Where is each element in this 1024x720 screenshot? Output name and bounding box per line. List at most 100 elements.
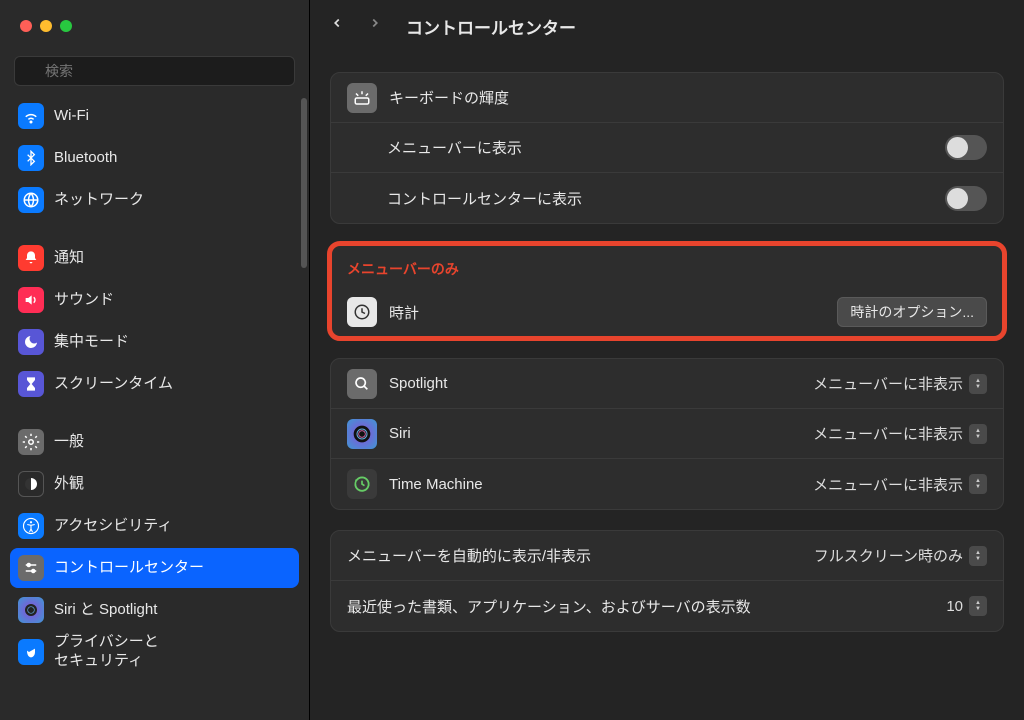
section-menubar-only: メニューバーのみ 時計 時計のオプション... — [330, 244, 1004, 338]
row-label: Spotlight — [389, 375, 813, 392]
siri-icon — [347, 419, 377, 449]
siri-icon — [18, 597, 44, 623]
chevron-updown-icon: ▲▼ — [969, 424, 987, 444]
network-icon — [18, 187, 44, 213]
siri-dropdown[interactable]: メニューバーに非表示 ▲▼ — [813, 423, 987, 444]
sidebar-item-label: 一般 — [54, 433, 84, 452]
row-label: 最近使った書類、アプリケーション、およびサーバの表示数 — [347, 596, 946, 617]
sidebar-item-label: 外観 — [54, 475, 84, 494]
keyboard-brightness-icon — [347, 83, 377, 113]
sidebar-item-wifi[interactable]: Wi-Fi — [10, 96, 299, 136]
bluetooth-icon — [18, 145, 44, 171]
sidebar: Wi-Fi Bluetooth ネットワーク 通知 サウンド — [0, 0, 310, 720]
header: コントロールセンター — [310, 0, 1024, 52]
appearance-icon — [18, 471, 44, 497]
hourglass-icon — [18, 371, 44, 397]
gear-icon — [18, 429, 44, 455]
sidebar-item-label: Bluetooth — [54, 149, 117, 168]
sidebar-item-label: コントロールセンター — [54, 559, 204, 578]
sidebar-item-screentime[interactable]: スクリーンタイム — [10, 364, 299, 404]
sidebar-item-label: サウンド — [54, 291, 114, 310]
sidebar-item-network[interactable]: ネットワーク — [10, 180, 299, 220]
toggle-show-in-menubar[interactable] — [945, 135, 987, 160]
row-show-in-menubar: メニューバーに表示 — [331, 123, 1003, 173]
accessibility-icon — [18, 513, 44, 539]
row-label: 時計 — [389, 302, 837, 323]
sidebar-item-privacy[interactable]: プライバシーと セキュリティ — [10, 632, 299, 672]
sidebar-item-label: 集中モード — [54, 333, 129, 352]
row-auto-hide-menubar: メニューバーを自動的に表示/非表示 フルスクリーン時のみ ▲▼ — [331, 531, 1003, 581]
scrollbar-thumb[interactable] — [301, 98, 307, 268]
sidebar-item-control-center[interactable]: コントロールセンター — [10, 548, 299, 588]
dropdown-value: メニューバーに非表示 — [813, 373, 963, 394]
sidebar-item-label: プライバシーと セキュリティ — [54, 633, 159, 671]
speaker-icon — [18, 287, 44, 313]
sidebar-item-label: アクセシビリティ — [54, 517, 172, 536]
row-label: メニューバーを自動的に表示/非表示 — [347, 545, 814, 566]
sidebar-item-label: Siri と Spotlight — [54, 601, 157, 620]
spotlight-icon — [347, 369, 377, 399]
dropdown-value: 10 — [946, 598, 963, 615]
clock-icon — [347, 297, 377, 327]
page-title: コントロールセンター — [406, 14, 576, 39]
row-label: メニューバーに表示 — [387, 137, 945, 158]
recent-items-dropdown[interactable]: 10 ▲▼ — [946, 596, 987, 616]
sidebar-item-label: Wi-Fi — [54, 107, 89, 126]
row-label: キーボードの輝度 — [389, 87, 987, 108]
row-siri: Siri メニューバーに非表示 ▲▼ — [331, 409, 1003, 459]
hand-icon — [18, 639, 44, 665]
content[interactable]: キーボードの輝度 メニューバーに表示 コントロールセンターに表示 メニューバーの… — [310, 52, 1024, 720]
sidebar-item-label: スクリーンタイム — [54, 375, 173, 394]
nav-forward-button[interactable] — [368, 13, 382, 39]
row-spotlight: Spotlight メニューバーに非表示 ▲▼ — [331, 359, 1003, 409]
time-machine-dropdown[interactable]: メニューバーに非表示 ▲▼ — [813, 474, 987, 495]
spotlight-dropdown[interactable]: メニューバーに非表示 ▲▼ — [813, 373, 987, 394]
clock-options-button[interactable]: 時計のオプション... — [837, 297, 987, 327]
sidebar-item-notifications[interactable]: 通知 — [10, 238, 299, 278]
control-center-icon — [18, 555, 44, 581]
auto-hide-dropdown[interactable]: フルスクリーン時のみ ▲▼ — [814, 545, 987, 566]
chevron-updown-icon: ▲▼ — [969, 474, 987, 494]
search-wrap — [0, 52, 309, 96]
sidebar-item-focus[interactable]: 集中モード — [10, 322, 299, 362]
dropdown-value: フルスクリーン時のみ — [814, 545, 963, 566]
window-minimize-button[interactable] — [40, 20, 52, 32]
row-show-in-control-center: コントロールセンターに表示 — [331, 173, 1003, 223]
chevron-updown-icon: ▲▼ — [969, 596, 987, 616]
window-maximize-button[interactable] — [60, 20, 72, 32]
nav-back-button[interactable] — [330, 13, 344, 39]
row-clock: 時計 時計のオプション... — [331, 287, 1003, 337]
sidebar-item-general[interactable]: 一般 — [10, 422, 299, 462]
section-menubar-behavior: メニューバーを自動的に表示/非表示 フルスクリーン時のみ ▲▼ 最近使った書類、… — [330, 530, 1004, 632]
window-close-button[interactable] — [20, 20, 32, 32]
titlebar — [0, 0, 309, 52]
search-input[interactable] — [14, 56, 295, 86]
bell-icon — [18, 245, 44, 271]
sidebar-item-appearance[interactable]: 外観 — [10, 464, 299, 504]
moon-icon — [18, 329, 44, 355]
sidebar-item-label: 通知 — [54, 249, 84, 268]
row-label: Siri — [389, 425, 813, 442]
dropdown-value: メニューバーに非表示 — [813, 423, 963, 444]
sidebar-item-sound[interactable]: サウンド — [10, 280, 299, 320]
section-spotlight-siri-tm: Spotlight メニューバーに非表示 ▲▼ Siri メニューバーに非表示 … — [330, 358, 1004, 510]
row-label: コントロールセンターに表示 — [387, 188, 945, 209]
sidebar-item-accessibility[interactable]: アクセシビリティ — [10, 506, 299, 546]
row-label: Time Machine — [389, 476, 813, 493]
sidebar-list[interactable]: Wi-Fi Bluetooth ネットワーク 通知 サウンド — [0, 96, 309, 720]
row-recent-items-count: 最近使った書類、アプリケーション、およびサーバの表示数 10 ▲▼ — [331, 581, 1003, 631]
section-keyboard-brightness: キーボードの輝度 メニューバーに表示 コントロールセンターに表示 — [330, 72, 1004, 224]
wifi-icon — [18, 103, 44, 129]
toggle-show-in-control-center[interactable] — [945, 186, 987, 211]
sidebar-item-bluetooth[interactable]: Bluetooth — [10, 138, 299, 178]
chevron-updown-icon: ▲▼ — [969, 546, 987, 566]
row-keyboard-brightness: キーボードの輝度 — [331, 73, 1003, 123]
row-time-machine: Time Machine メニューバーに非表示 ▲▼ — [331, 459, 1003, 509]
sidebar-item-label: ネットワーク — [54, 191, 144, 210]
time-machine-icon — [347, 469, 377, 499]
section-header: メニューバーのみ — [331, 245, 1003, 287]
chevron-updown-icon: ▲▼ — [969, 374, 987, 394]
dropdown-value: メニューバーに非表示 — [813, 474, 963, 495]
main-panel: コントロールセンター キーボードの輝度 メニューバーに表示 コントロールセンター… — [310, 0, 1024, 720]
sidebar-item-siri-spotlight[interactable]: Siri と Spotlight — [10, 590, 299, 630]
